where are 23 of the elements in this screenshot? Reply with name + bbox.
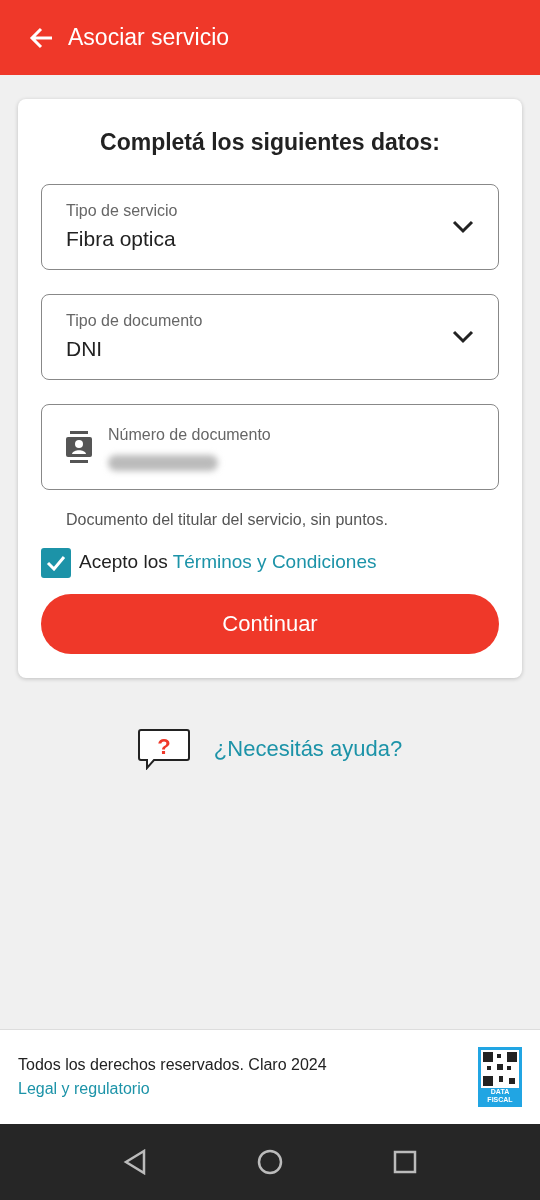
home-nav-icon[interactable] — [257, 1149, 283, 1175]
chevron-down-icon — [452, 219, 474, 234]
back-nav-icon[interactable] — [123, 1149, 147, 1175]
terms-label: Acepto los Términos y Condiciones — [79, 550, 377, 575]
field-hint: Documento del titular del servicio, sin puntos. — [65, 509, 389, 530]
recents-nav-icon[interactable] — [393, 1150, 417, 1174]
back-arrow-icon[interactable] — [28, 25, 54, 50]
contact-card-icon — [66, 430, 92, 463]
legal-link[interactable]: Legal y regulatorio — [18, 1080, 150, 1097]
form-heading: Completá los siguientes datos: — [99, 129, 441, 157]
select-field[interactable]: Tipo de documento DNI — [41, 293, 499, 380]
screen-title: Asociar servicio — [68, 23, 230, 52]
qr-code-icon — [481, 1050, 519, 1088]
continue-button[interactable]: Continuar — [41, 593, 499, 654]
checkmark-icon — [46, 554, 66, 571]
terms-link[interactable]: Términos y Condiciones — [172, 551, 377, 573]
copyright-text: Todos los derechos reservados. Claro 2024 — [18, 1055, 327, 1075]
chevron-down-icon — [452, 329, 474, 344]
input-field[interactable]: Número de documento — [41, 403, 499, 490]
help-link[interactable]: ¿Necesitás ayuda? — [213, 732, 403, 766]
select-field[interactable]: Tipo de servicio Fibra optica — [41, 183, 499, 270]
checkbox[interactable] — [41, 547, 71, 578]
help-bubble-icon[interactable]: ? — [137, 727, 190, 770]
